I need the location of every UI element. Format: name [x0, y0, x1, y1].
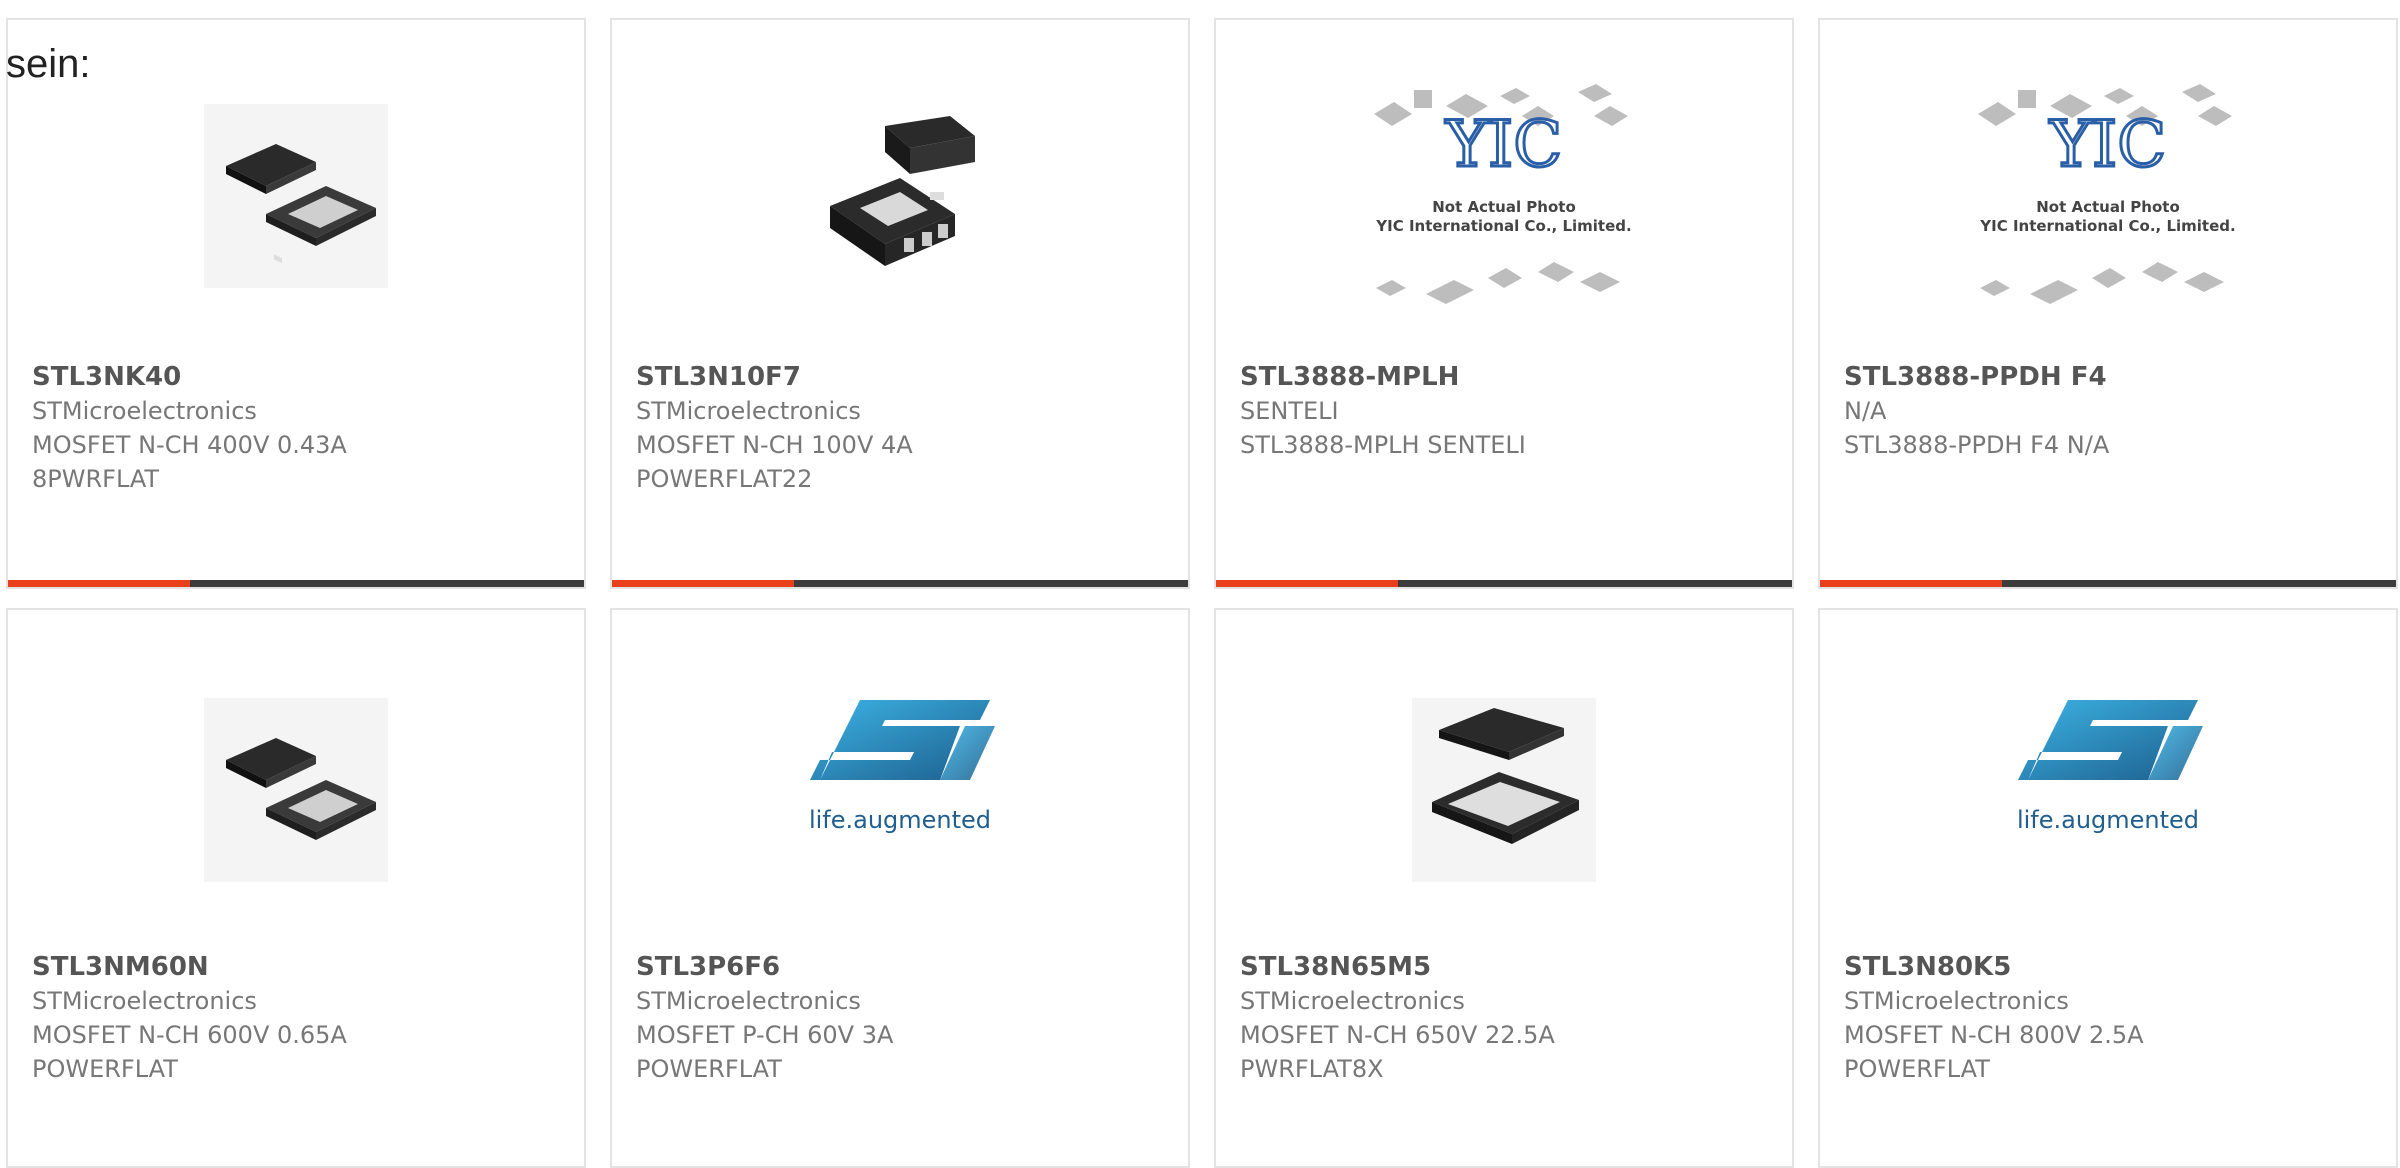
part-number[interactable]: STL3888-MPLH: [1240, 360, 1782, 394]
part-number[interactable]: STL3N80K5: [1844, 950, 2386, 984]
placeholder-line-2: YIC International Co., Limited.: [1375, 217, 1631, 235]
placeholder-line-1: Not Actual Photo: [2036, 198, 2180, 216]
st-logo-text: life.augmented: [809, 806, 991, 834]
card-bar-accent: [1820, 580, 2002, 587]
description: STL3888-PPDH F4 N/A: [1844, 431, 2110, 459]
package-open-icon[interactable]: [176, 76, 416, 316]
description: MOSFET N-CH 600V 0.65A: [32, 1021, 347, 1049]
card-bar: [1216, 580, 1792, 587]
card-bar-accent: [1216, 580, 1398, 587]
part-number[interactable]: STL3P6F6: [636, 950, 1178, 984]
placeholder-line-1: Not Actual Photo: [1432, 198, 1576, 216]
description: STL3888-MPLH SENTELI: [1240, 431, 1526, 459]
yic-logo: YIC: [1445, 108, 1563, 182]
part-number[interactable]: STL3NM60N: [32, 950, 574, 984]
manufacturer: STMicroelectronics: [636, 397, 861, 425]
manufacturer: N/A: [1844, 397, 1887, 425]
product-card[interactable]: STL38N65M5 STMicroelectronics MOSFET N-C…: [1214, 608, 1794, 1168]
package: POWERFLAT: [1844, 1055, 1990, 1083]
product-card[interactable]: STL3NM60N STMicroelectronics MOSFET N-CH…: [6, 608, 586, 1168]
package-large-icon[interactable]: [1384, 670, 1624, 910]
package: 8PWRFLAT: [32, 465, 160, 493]
card-bar: [8, 580, 584, 587]
description: MOSFET N-CH 650V 22.5A: [1240, 1021, 1555, 1049]
description: MOSFET N-CH 400V 0.43A: [32, 431, 347, 459]
manufacturer: STMicroelectronics: [1240, 987, 1465, 1015]
product-card[interactable]: YIC Not Actual Photo YIC International C…: [1818, 18, 2398, 589]
product-card[interactable]: STL3NK40 STMicroelectronics MOSFET N-CH …: [6, 18, 586, 589]
st-logo[interactable]: life.augmented: [1998, 670, 2218, 870]
package: POWERFLAT: [32, 1055, 178, 1083]
card-bar-accent: [612, 580, 794, 587]
part-number[interactable]: STL3888-PPDH F4: [1844, 360, 2386, 394]
yic-placeholder-image[interactable]: YIC Not Actual Photo YIC International C…: [1354, 66, 1654, 326]
part-number[interactable]: STL3N10F7: [636, 360, 1178, 394]
yic-placeholder-image[interactable]: YIC Not Actual Photo YIC International C…: [1958, 66, 2258, 326]
package-open-icon[interactable]: [176, 670, 416, 910]
st-logo[interactable]: life.augmented: [790, 670, 1010, 870]
st-logo-text: life.augmented: [2017, 806, 2199, 834]
product-card[interactable]: life.augmented STL3P6F6 STMicroelectroni…: [610, 608, 1190, 1168]
manufacturer: STMicroelectronics: [1844, 987, 2069, 1015]
product-card[interactable]: life.augmented STL3N80K5 STMicroelectron…: [1818, 608, 2398, 1168]
yic-logo: YIC: [2049, 108, 2167, 182]
description: MOSFET N-CH 100V 4A: [636, 431, 913, 459]
intro-text: sein:: [6, 42, 91, 86]
manufacturer: STMicroelectronics: [32, 397, 257, 425]
product-grid: STL3NK40 STMicroelectronics MOSFET N-CH …: [0, 0, 2400, 1168]
package-small-icon[interactable]: [780, 76, 1020, 316]
card-bar-accent: [8, 580, 190, 587]
placeholder-line-2: YIC International Co., Limited.: [1979, 217, 2235, 235]
description: MOSFET N-CH 800V 2.5A: [1844, 1021, 2144, 1049]
product-card[interactable]: STL3N10F7 STMicroelectronics MOSFET N-CH…: [610, 18, 1190, 589]
product-card[interactable]: YIC Not Actual Photo YIC International C…: [1214, 18, 1794, 589]
package: POWERFLAT: [636, 1055, 782, 1083]
manufacturer: SENTELI: [1240, 397, 1339, 425]
part-number[interactable]: STL38N65M5: [1240, 950, 1782, 984]
card-bar: [612, 580, 1188, 587]
package: PWRFLAT8X: [1240, 1055, 1384, 1083]
part-number[interactable]: STL3NK40: [32, 360, 574, 394]
package: POWERFLAT22: [636, 465, 813, 493]
manufacturer: STMicroelectronics: [636, 987, 861, 1015]
description: MOSFET P-CH 60V 3A: [636, 1021, 894, 1049]
card-bar: [1820, 580, 2396, 587]
manufacturer: STMicroelectronics: [32, 987, 257, 1015]
